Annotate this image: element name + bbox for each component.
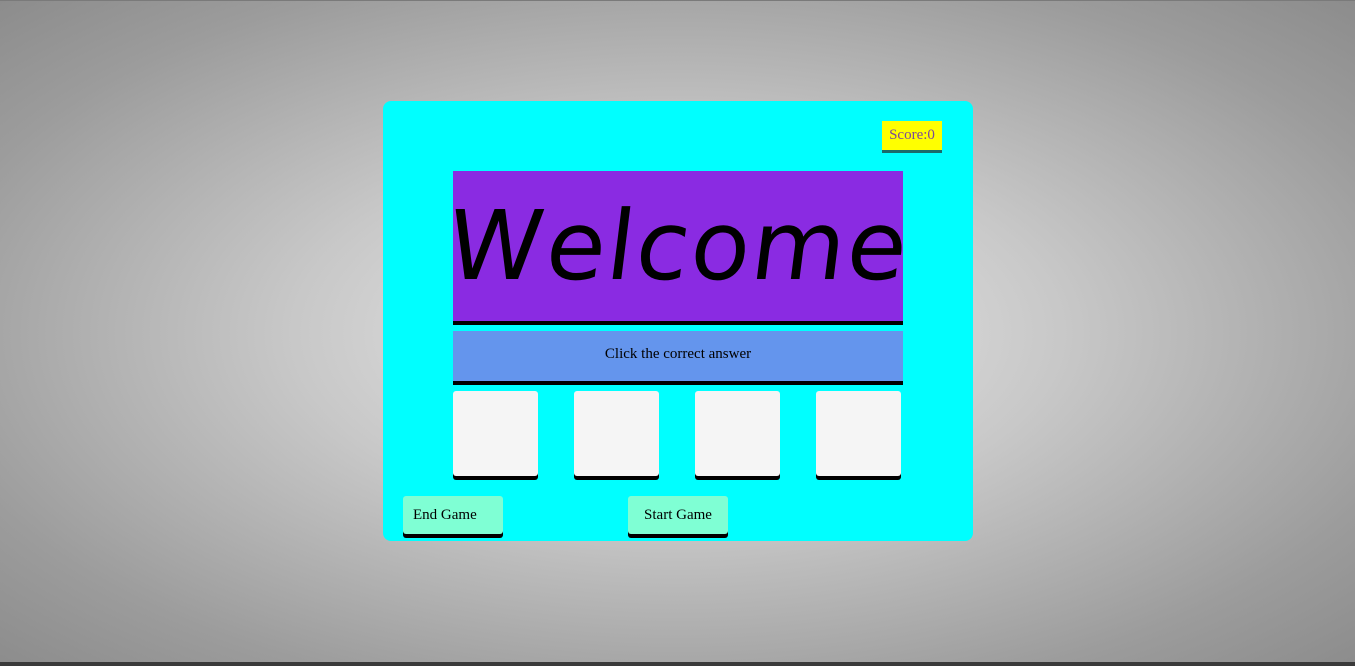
score-value: 0 [927, 127, 935, 143]
question-panel: Welcome [445, 171, 911, 321]
answer-box-2[interactable] [574, 391, 659, 476]
answer-box-1[interactable] [453, 391, 538, 476]
answer-box-4[interactable] [816, 391, 901, 476]
answer-box-3[interactable] [695, 391, 780, 476]
start-game-button[interactable]: Start Game [628, 496, 728, 534]
game-container: Score:0 Welcome Click the correct answer… [383, 101, 973, 541]
instruction-banner: Click the correct answer [453, 331, 903, 381]
end-game-button[interactable]: End Game [403, 496, 503, 534]
score-badge: Score:0 [882, 121, 942, 150]
score-label: Score: [889, 127, 928, 143]
answer-choices [453, 391, 903, 476]
question-text: Welcome [444, 190, 912, 302]
taskbar-edge [0, 662, 1355, 666]
top-border [0, 0, 1355, 1]
